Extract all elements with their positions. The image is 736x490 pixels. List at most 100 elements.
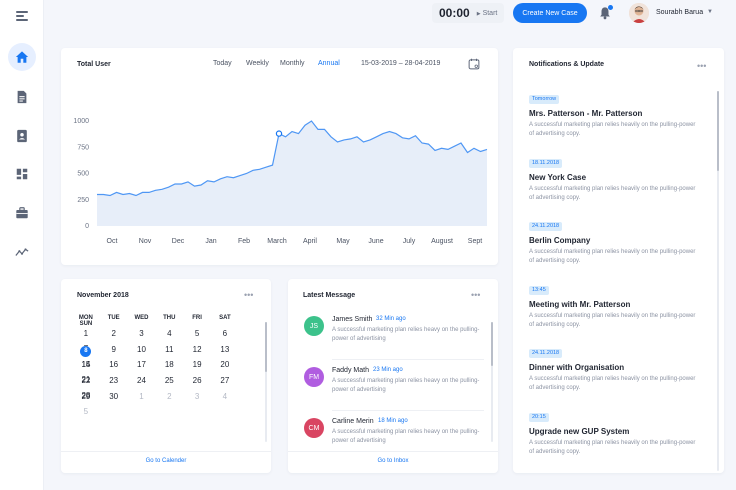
dashboard-icon — [16, 168, 28, 180]
calendar-day[interactable]: 18 — [155, 357, 183, 372]
more-options-icon[interactable]: ••• — [244, 290, 253, 300]
calendar-day[interactable]: 17 — [128, 357, 156, 372]
divider — [332, 359, 484, 360]
calendar-day[interactable]: 25 — [155, 373, 183, 388]
timer-start-button[interactable]: Start — [477, 10, 498, 17]
sidebar — [0, 0, 44, 490]
notification-item[interactable]: 24.11.2018 Dinner with Organisation A succ… — [529, 341, 709, 393]
sidebar-item-contacts[interactable] — [8, 122, 36, 150]
sidebar-item-cases[interactable] — [8, 199, 36, 227]
weekday-label: TUE — [107, 315, 120, 321]
go-to-inbox-link[interactable]: Go to Inbox — [288, 458, 498, 464]
avatar-image — [629, 3, 649, 23]
weekday-label: FRI — [192, 315, 202, 321]
briefcase-icon — [16, 207, 28, 219]
calendar-day[interactable]: 8 — [72, 342, 100, 357]
message-scroll-thumb[interactable] — [491, 322, 493, 366]
notification-date-badge: 13:45 — [529, 285, 549, 295]
notification-date-badge: 24.11.2018 — [529, 348, 563, 358]
notification-item[interactable]: 13:45 Meeting with Mr. Patterson A success… — [529, 278, 709, 330]
weekday-label: SAT — [219, 315, 231, 321]
calendar-day[interactable]: 3 — [128, 326, 156, 341]
sidebar-item-home[interactable] — [8, 43, 36, 71]
calendar-day[interactable]: 24 — [128, 373, 156, 388]
create-new-case-button[interactable]: Create New Case — [513, 3, 587, 23]
calendar-day[interactable]: 27 — [211, 373, 239, 388]
chevron-down-icon[interactable]: ▼ — [707, 9, 713, 15]
notifications-bell[interactable] — [598, 5, 613, 20]
calendar-day[interactable]: 20 — [211, 357, 239, 372]
sidebar-item-analytics[interactable] — [8, 238, 36, 266]
notification-text: A successful marketing plan relies heavi… — [529, 122, 696, 137]
weekday-label: WED — [134, 315, 149, 321]
calendar-scroll-thumb[interactable] — [265, 322, 267, 372]
notifications-title: Notifications & Update — [529, 61, 605, 68]
calendar-day[interactable]: 6 — [211, 326, 239, 341]
notifications-scroll-thumb[interactable] — [717, 91, 719, 171]
calendar-day[interactable]: 5 — [72, 404, 100, 419]
calendar-scrollbar[interactable] — [265, 322, 267, 442]
x-tick-label: Nov — [139, 238, 152, 245]
y-tick-label: 1000 — [73, 118, 89, 125]
calendar-day[interactable]: 19 — [183, 357, 211, 372]
calendar-day[interactable]: 15 — [72, 357, 100, 372]
calendar-day[interactable]: 30 — [100, 389, 128, 404]
calendar-day[interactable]: 9 — [100, 342, 128, 357]
message-time: 23 Min ago — [373, 367, 403, 373]
calendar-day[interactable]: 16 — [100, 357, 128, 372]
tab-annual[interactable]: Annual — [318, 60, 340, 67]
more-options-icon[interactable]: ••• — [471, 290, 480, 300]
tab-weekly[interactable]: Weekly — [246, 60, 269, 67]
message-preview: A successful marketing plan relies heavy… — [332, 378, 480, 393]
calendar-day[interactable]: 23 — [100, 373, 128, 388]
calendar-day[interactable]: 13 — [211, 342, 239, 357]
calendar-day[interactable]: 1 — [72, 326, 100, 341]
notifications-scrollbar[interactable] — [717, 91, 719, 471]
calendar-day[interactable]: 5 — [183, 326, 211, 341]
timer-value: 00:00 — [439, 6, 470, 20]
sidebar-item-documents[interactable] — [8, 83, 36, 111]
sidebar-item-dashboard[interactable] — [8, 160, 36, 188]
calendar-day[interactable]: 4 — [211, 389, 239, 404]
calendar-week-row: 15 16 17 18 19 2021 — [72, 357, 260, 384]
calendar-week-row: 29 30 1 2 3 4 5 — [72, 389, 260, 416]
x-tick-label: Jan — [205, 238, 216, 245]
calendar-day[interactable]: 12 — [183, 342, 211, 357]
calendar-day[interactable]: 11 — [155, 342, 183, 357]
calendar-day[interactable]: 4 — [155, 326, 183, 341]
x-tick-label: Feb — [238, 238, 250, 245]
more-options-icon[interactable]: ••• — [697, 61, 706, 71]
x-tick-label: Dec — [172, 238, 185, 245]
calendar-day[interactable]: 22 — [72, 373, 100, 388]
notification-title: Meeting with Mr. Patterson — [529, 300, 631, 309]
calendar-day[interactable]: 3 — [183, 389, 211, 404]
tab-monthly[interactable]: Monthly — [280, 60, 305, 67]
calendar-day[interactable]: 2 — [100, 326, 128, 341]
calendar-day[interactable]: 29 — [72, 389, 100, 404]
x-tick-label: July — [403, 238, 416, 245]
date-range[interactable]: 15-03-2019 – 28-04-2019 — [361, 60, 440, 67]
timer-widget: 00:00 Start — [432, 3, 504, 23]
tab-today[interactable]: Today — [213, 60, 232, 67]
notification-item[interactable]: 20:15 Upgrade new GUP System A successful … — [529, 405, 709, 457]
calendar-day[interactable]: 1 — [128, 389, 156, 404]
notification-item[interactable]: 18.11.2018 New York Case A successful mark… — [529, 151, 709, 203]
notification-item[interactable]: Tomorrow Mrs. Patterson - Mr. Patterson A … — [529, 87, 709, 139]
user-avatar[interactable] — [629, 3, 649, 23]
x-tick-label: June — [368, 238, 383, 245]
notification-item[interactable]: 24.11.2018 Berlin Company A successful mar… — [529, 214, 709, 266]
message-sender: Faddy Math — [332, 367, 369, 374]
notification-title: New York Case — [529, 173, 587, 182]
calendar-icon[interactable] — [468, 58, 480, 70]
calendar-day[interactable]: 10 — [128, 342, 156, 357]
message-sender: James Smith — [332, 316, 373, 323]
calendar-day[interactable]: 26 — [183, 373, 211, 388]
chart-highlight-point[interactable] — [275, 130, 283, 137]
calendar-day[interactable]: 2 — [155, 389, 183, 404]
notification-title: Mrs. Patterson - Mr. Patterson — [529, 109, 643, 118]
user-name[interactable]: Sourabh Barua — [656, 9, 703, 16]
menu-icon[interactable] — [16, 11, 28, 21]
go-to-calendar-link[interactable]: Go to Calender — [61, 458, 271, 464]
message-preview: A successful marketing plan relies heavy… — [332, 429, 480, 444]
message-scrollbar[interactable] — [491, 322, 493, 442]
